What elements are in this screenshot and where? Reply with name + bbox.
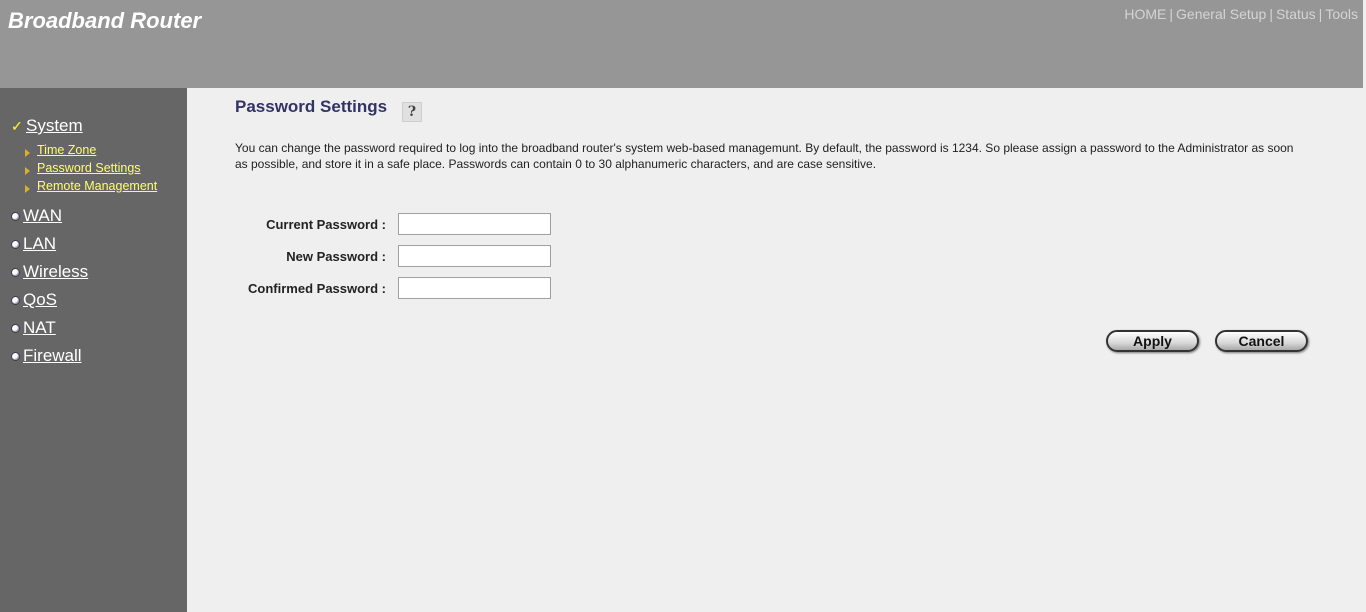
new-password-label: New Password : — [286, 248, 386, 264]
sidebar-subitem-remote-management[interactable]: Remote Management — [25, 179, 157, 193]
sidebar-item-label: System — [26, 116, 83, 135]
separator: | — [1318, 6, 1323, 22]
page-title: Password Settings — [235, 97, 388, 116]
sidebar-item-firewall[interactable]: Firewall — [11, 346, 82, 366]
sidebar-item-wan[interactable]: WAN — [11, 206, 62, 226]
arrow-right-icon — [25, 185, 30, 193]
bullet-icon — [11, 211, 20, 221]
separator: | — [1269, 6, 1273, 22]
confirmed-password-input[interactable] — [398, 277, 551, 299]
sidebar-subitem-label: Remote Management — [37, 179, 158, 193]
current-password-input[interactable] — [398, 213, 551, 235]
separator: | — [1169, 6, 1174, 22]
new-password-row: New Password : — [235, 245, 551, 267]
apply-button[interactable]: Apply — [1106, 330, 1199, 352]
topnav-status[interactable]: Status — [1276, 6, 1316, 22]
top-navigation: HOME | General Setup | Status | Tools — [1124, 6, 1358, 22]
bullet-icon — [11, 239, 20, 249]
sidebar-item-label: LAN — [23, 234, 57, 253]
sidebar-item-qos[interactable]: QoS — [11, 290, 57, 310]
main-content: Password Settings ? You can change the p… — [187, 88, 1363, 612]
sidebar: ✓ System Time Zone Password Settings Rem… — [0, 88, 187, 612]
sidebar-item-label: QoS — [23, 290, 58, 309]
bullet-icon — [11, 351, 20, 361]
brand-title: Broadband Router — [8, 8, 202, 33]
page-description: You can change the password required to … — [235, 141, 1294, 171]
arrow-right-icon — [25, 149, 30, 157]
sidebar-item-nat[interactable]: NAT — [11, 318, 56, 338]
header: Broadband Router HOME | General Setup | Stat… — [0, 0, 1363, 88]
topnav-tools[interactable]: Tools — [1325, 6, 1358, 22]
sidebar-subitem-label: Password Settings — [37, 161, 141, 175]
bullet-icon — [11, 295, 20, 305]
bullet-icon — [11, 267, 20, 277]
sidebar-subitem-label: Time Zone — [37, 143, 97, 157]
sidebar-item-label: Wireless — [23, 262, 89, 281]
confirmed-password-label: Confirmed Password : — [248, 280, 386, 296]
sidebar-item-system[interactable]: ✓ System — [11, 116, 83, 136]
confirmed-password-row: Confirmed Password : — [235, 277, 551, 299]
sidebar-item-lan[interactable]: LAN — [11, 234, 56, 254]
sidebar-item-label: NAT — [23, 318, 56, 337]
current-password-label: Current Password : — [266, 216, 386, 232]
check-icon: ✓ — [11, 117, 23, 134]
sidebar-item-wireless[interactable]: Wireless — [11, 262, 88, 282]
topnav-home[interactable]: HOME — [1124, 6, 1166, 22]
sidebar-subitem-time-zone[interactable]: Time Zone — [25, 143, 96, 157]
cancel-button[interactable]: Cancel — [1215, 330, 1308, 352]
sidebar-item-label: Firewall — [23, 346, 82, 365]
sidebar-item-label: WAN — [23, 206, 63, 225]
help-icon[interactable]: ? — [402, 102, 422, 122]
topnav-general-setup[interactable]: General Setup — [1176, 6, 1266, 22]
arrow-right-icon — [25, 167, 30, 175]
sidebar-subitem-password-settings[interactable]: Password Settings — [25, 161, 141, 175]
current-password-row: Current Password : — [235, 213, 551, 235]
bullet-icon — [11, 323, 20, 333]
new-password-input[interactable] — [398, 245, 551, 267]
